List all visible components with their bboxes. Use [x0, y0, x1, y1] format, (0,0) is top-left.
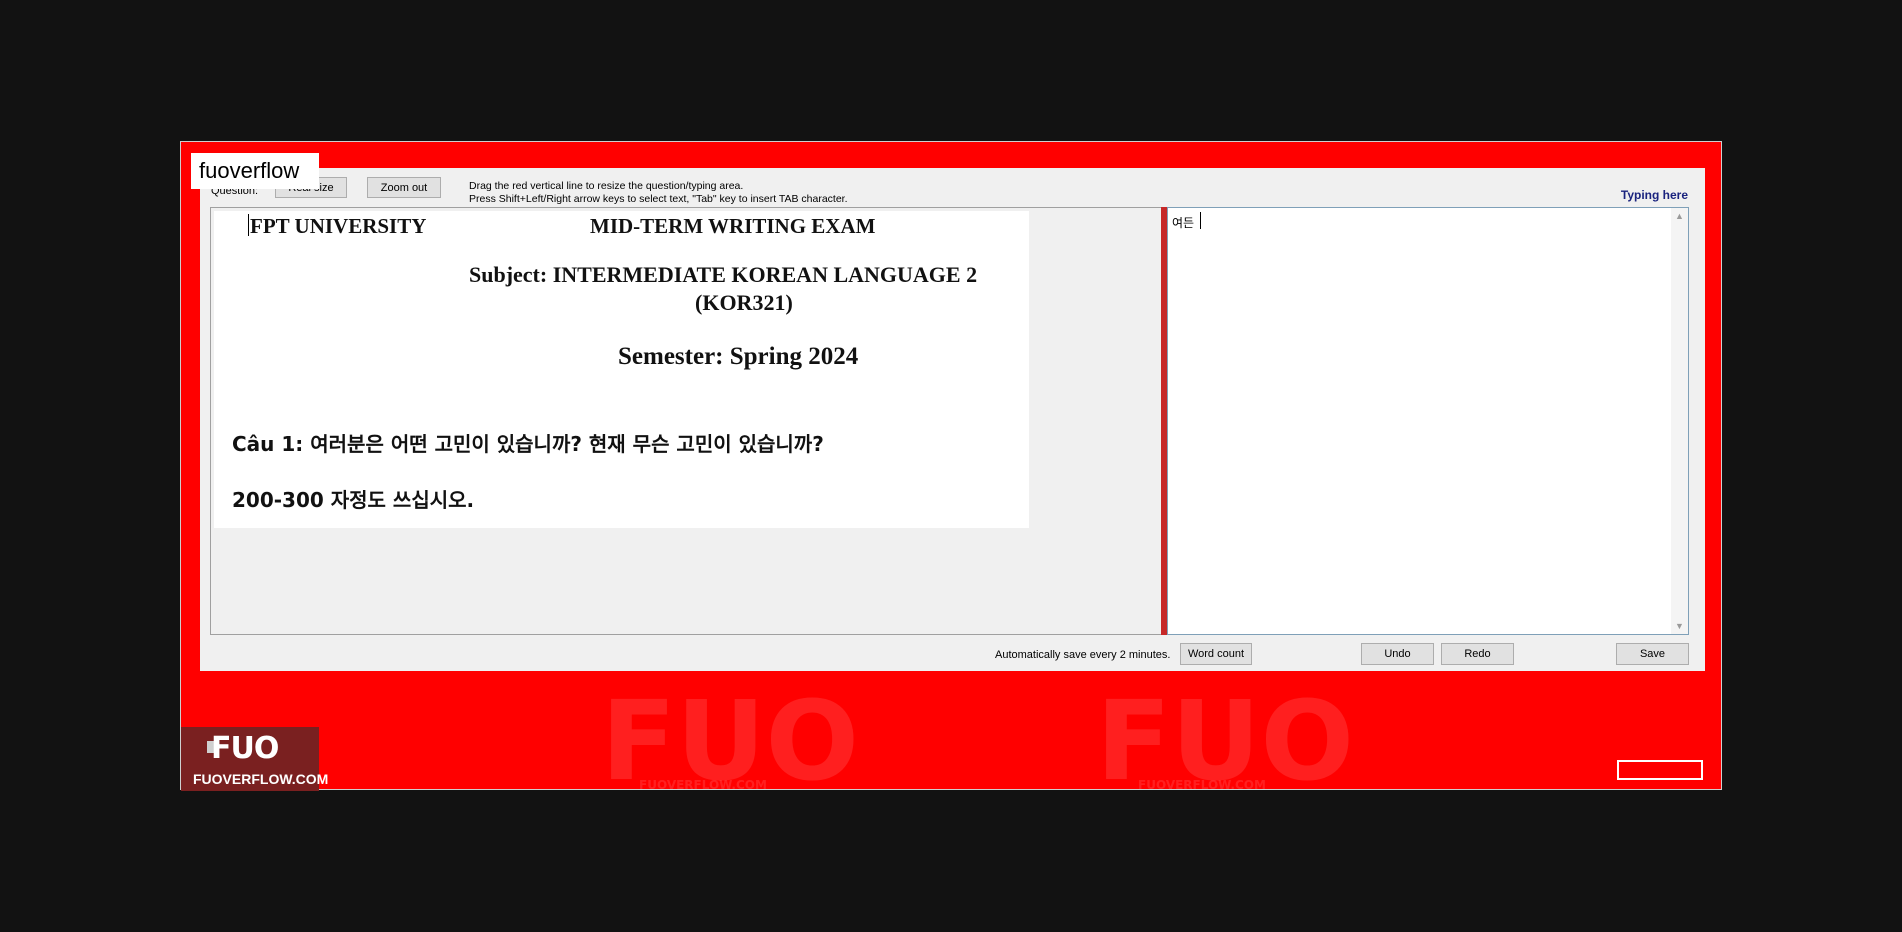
- zoom-out-button[interactable]: Zoom out: [367, 177, 441, 198]
- answer-scrollbar[interactable]: ▲ ▼: [1671, 208, 1688, 634]
- semester-line: Semester: Spring 2024: [618, 343, 859, 370]
- course-code: (KOR321): [695, 290, 793, 315]
- logo-site: FUOVERFLOW.COM: [193, 771, 329, 787]
- scroll-up-icon[interactable]: ▲: [1675, 211, 1684, 221]
- answer-text: 여든: [1172, 216, 1195, 230]
- help-line-1: Drag the red vertical line to resize the…: [469, 180, 744, 192]
- save-button[interactable]: Save: [1616, 643, 1689, 665]
- exam-panel: Question: Real size Zoom out Drag the re…: [200, 168, 1705, 671]
- redo-button[interactable]: Redo: [1441, 643, 1514, 665]
- fuo-logo: FUO FUOVERFLOW.COM: [181, 727, 328, 791]
- brand-label: fuoverflow: [191, 153, 319, 189]
- watermark-site: FUOVERFLOW.COM: [1138, 778, 1266, 792]
- exit-button[interactable]: [1617, 760, 1703, 780]
- autosave-note: Automatically save every 2 minutes.: [995, 649, 1171, 661]
- word-count-button[interactable]: Word count: [1180, 643, 1252, 665]
- question-area[interactable]: FPT UNIVERSITY MID-TERM WRITING EXAM Sub…: [210, 207, 1161, 635]
- exam-title: MID-TERM WRITING EXAM: [590, 214, 876, 238]
- university-name: FPT UNIVERSITY: [250, 214, 427, 238]
- question-paper: FPT UNIVERSITY MID-TERM WRITING EXAM Sub…: [214, 211, 1029, 528]
- typing-here-label: Typing here: [1620, 188, 1688, 202]
- scroll-down-icon[interactable]: ▼: [1675, 621, 1684, 631]
- watermark-site: FUOVERFLOW.COM: [639, 778, 767, 792]
- question-1-line-1: Câu 1: 여러분은 어떤 고민이 있습니까? 현재 무슨 고민이 있습니까?: [232, 432, 824, 456]
- logo-text: FUO: [211, 731, 279, 766]
- answer-textarea[interactable]: 여든 ▲ ▼: [1167, 207, 1689, 635]
- undo-button[interactable]: Undo: [1361, 643, 1434, 665]
- exam-window: Question: Real size Zoom out Drag the re…: [180, 141, 1722, 805]
- help-line-2: Press Shift+Left/Right arrow keys to sel…: [469, 193, 848, 205]
- question-1-line-2: 200-300 자정도 쓰십시오.: [232, 488, 475, 512]
- help-text: Drag the red vertical line to resize the…: [469, 180, 848, 206]
- question-caret: [248, 214, 249, 236]
- text-caret: [1200, 212, 1201, 229]
- subject-line: Subject: INTERMEDIATE KOREAN LANGUAGE 2: [469, 262, 978, 287]
